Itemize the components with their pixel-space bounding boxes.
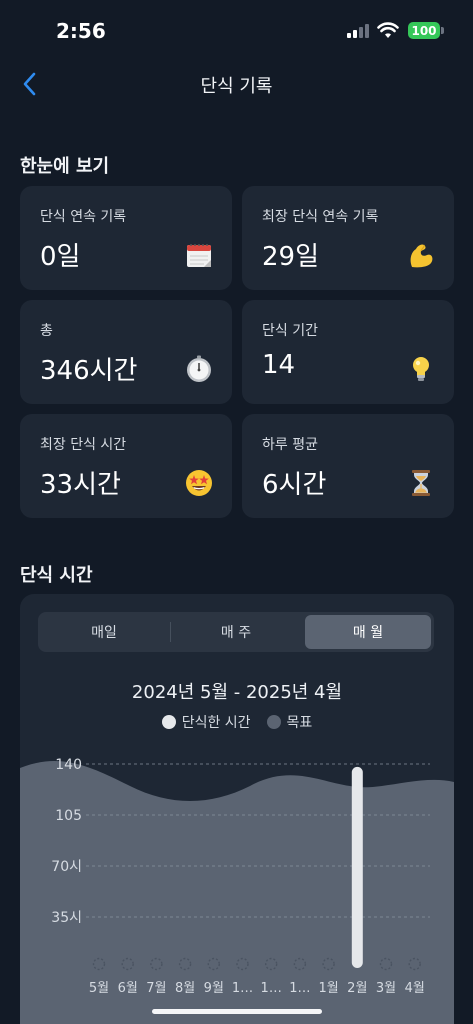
x-tick-label: 1… xyxy=(232,981,253,996)
x-tick-label: 1… xyxy=(289,981,310,996)
chart-legend: 단식한 시간 목표 xyxy=(20,712,454,732)
x-tick-label: 8월 xyxy=(175,981,195,996)
flexed-biceps-icon xyxy=(410,244,433,268)
x-tick-label: 1월 xyxy=(318,981,338,996)
stat-card-current-streak: 단식 연속 기록 0일 xyxy=(20,186,232,290)
stat-card-longest-fast: 최장 단식 시간 33시간 xyxy=(20,414,232,518)
home-indicator xyxy=(152,1009,322,1014)
stat-card-longest-streak: 최장 단식 연속 기록 29일 xyxy=(242,186,454,290)
x-tick-label: 7월 xyxy=(146,981,166,996)
bar xyxy=(351,766,363,968)
stat-label: 최장 단식 연속 기록 xyxy=(262,209,379,225)
x-tick-label: 4월 xyxy=(405,981,425,996)
legend-label-goal: 목표 xyxy=(286,715,313,731)
light-bulb-icon xyxy=(413,357,429,381)
legend-swatch-fasted xyxy=(161,715,176,729)
tab-daily[interactable]: 매일 xyxy=(41,615,167,649)
stat-value: 33시간 xyxy=(40,470,121,500)
stat-label: 단식 기간 xyxy=(262,323,318,339)
tab-monthly[interactable]: 매 월 xyxy=(305,615,431,649)
x-tick-label: 1… xyxy=(261,981,282,996)
status-time: 2:56 xyxy=(56,19,106,43)
x-tick-label: 9월 xyxy=(204,981,224,996)
stat-value: 346시간 xyxy=(40,356,138,386)
stat-label: 하루 평균 xyxy=(262,437,318,453)
segment-divider xyxy=(170,622,171,642)
monthly-fasting-bar-chart: 35시 70시 105 140 5월 6월 7월 8월 9월 1… 1… 1… 1월 2월 3월 4월 xyxy=(20,757,454,1024)
y-tick-label: 70시 xyxy=(51,859,82,875)
stat-value: 0일 xyxy=(40,242,81,272)
stopwatch-icon xyxy=(187,355,211,382)
x-tick-label: 6월 xyxy=(118,981,138,996)
legend-item-goal: 목표 xyxy=(266,712,313,732)
x-tick-label: 5월 xyxy=(89,981,109,996)
stat-label: 최장 단식 시간 xyxy=(40,437,127,453)
hourglass-icon xyxy=(412,470,430,496)
stat-card-total: 총 346시간 xyxy=(20,300,232,404)
stat-label: 단식 연속 기록 xyxy=(40,209,127,225)
stat-label: 총 xyxy=(40,323,53,339)
summary-section-title: 한눈에 보기 xyxy=(20,156,110,177)
tab-weekly[interactable]: 매 주 xyxy=(173,615,299,649)
stat-card-daily-average: 하루 평균 6시간 xyxy=(242,414,454,518)
star-struck-face-icon xyxy=(186,470,212,496)
cellular-signal-icon xyxy=(347,24,369,38)
stat-value: 29일 xyxy=(262,242,320,272)
battery-tip xyxy=(441,27,444,34)
fasting-chart-panel: 매일 매 주 매 월 2024년 5월 - 2025년 4월 단식한 시간 목표… xyxy=(20,594,454,1024)
legend-swatch-goal xyxy=(266,715,281,729)
legend-item-fasted: 단식한 시간 xyxy=(161,712,251,732)
fasting-time-section-title: 단식 시간 xyxy=(20,565,93,586)
y-tick-label: 140 xyxy=(55,757,82,773)
y-tick-label: 35시 xyxy=(51,910,82,926)
wifi-icon xyxy=(377,22,399,38)
stat-card-fasting-period: 단식 기간 14 xyxy=(242,300,454,404)
status-bar: 2:56 100 xyxy=(0,0,473,60)
date-range-label: 2024년 5월 - 2025년 4월 xyxy=(131,682,343,703)
page-title: 단식 기록 xyxy=(200,76,273,97)
y-tick-label: 105 xyxy=(55,808,82,824)
x-tick-label: 2월 xyxy=(347,981,367,996)
calendar-icon xyxy=(187,244,211,267)
stat-value: 6시간 xyxy=(262,470,327,500)
stat-value: 14 xyxy=(262,350,296,380)
period-segmented-control: 매일 매 주 매 월 xyxy=(38,612,434,652)
battery-icon: 100 xyxy=(408,22,440,39)
x-tick-label: 3월 xyxy=(376,981,396,996)
legend-label-fasted: 단식한 시간 xyxy=(181,715,251,731)
